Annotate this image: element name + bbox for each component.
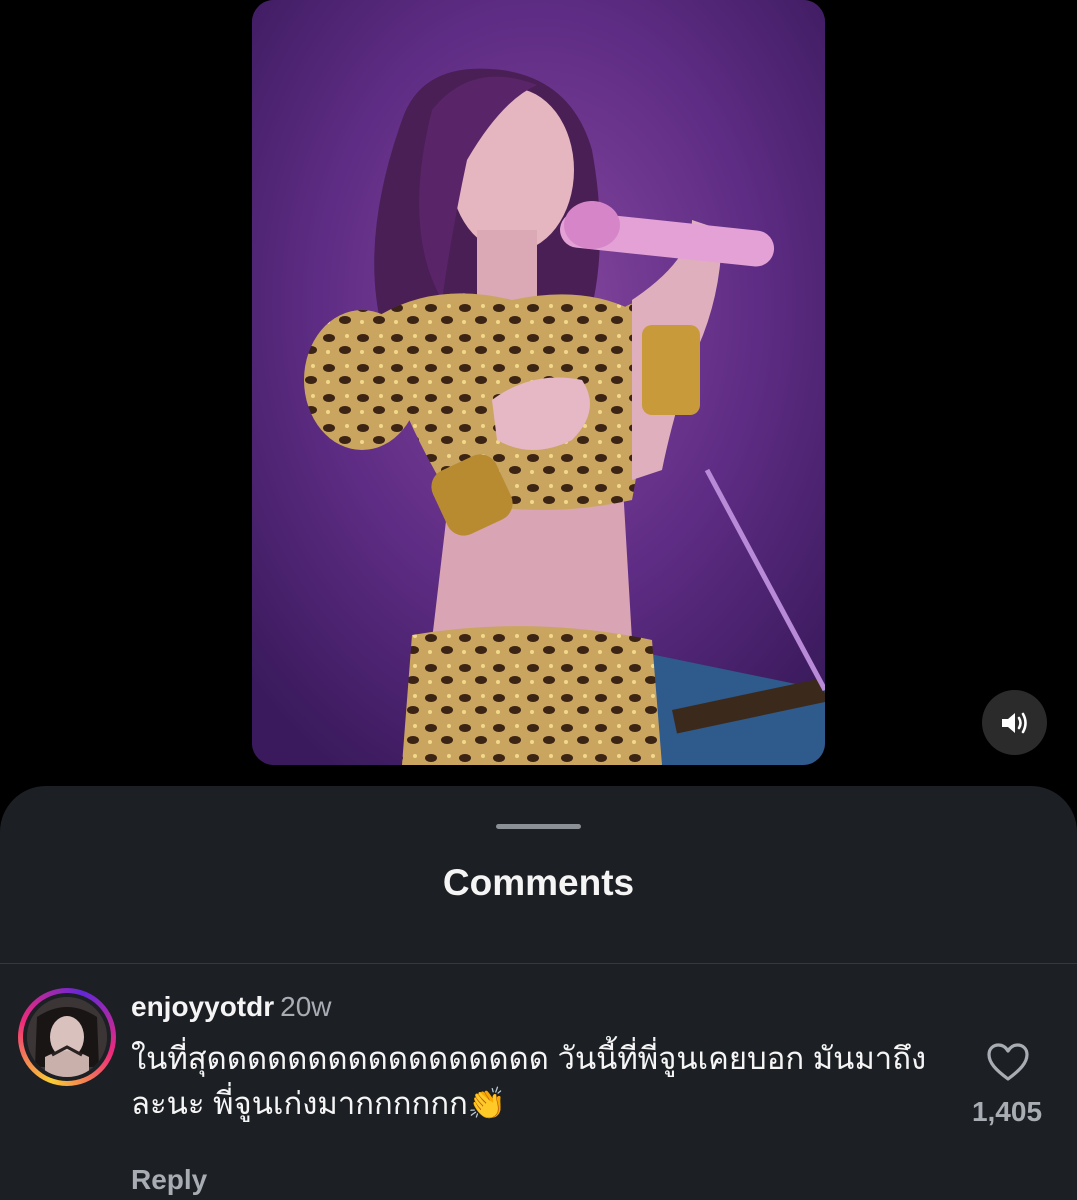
video-frame — [252, 0, 825, 765]
sheet-title: Comments — [442, 862, 635, 903]
comment-timestamp: 20w — [280, 991, 332, 1022]
avatar-image — [27, 997, 107, 1077]
like-count: 1,405 — [971, 1096, 1043, 1127]
heart-outline-icon — [987, 1043, 1029, 1081]
reply-button[interactable]: Reply — [131, 1162, 207, 1198]
screen: Comments enjoyyotdr 20w ในที่สุดดดดดดดดด… — [0, 0, 1077, 1200]
story-ring[interactable] — [18, 988, 116, 1086]
comment-text: ในที่สุดดดดดดดดดดดดดดดดด วันนี้ที่พี่จูน… — [131, 1041, 927, 1121]
speaker-on-icon — [1001, 712, 1027, 733]
avatar — [23, 993, 111, 1081]
comments-sheet: Comments enjoyyotdr 20w ในที่สุดดดดดดดดด… — [0, 786, 1077, 1200]
like-button[interactable] — [986, 1042, 1030, 1082]
mute-toggle-button[interactable] — [982, 690, 1047, 755]
comment-header: enjoyyotdr 20w — [131, 990, 332, 1024]
comment-item: enjoyyotdr 20w ในที่สุดดดดดดดดดดดดดดดดด ว… — [0, 964, 1077, 1200]
sheet-drag-handle[interactable] — [496, 824, 581, 829]
video-player[interactable] — [252, 0, 825, 765]
username-link[interactable]: enjoyyotdr — [131, 991, 274, 1022]
